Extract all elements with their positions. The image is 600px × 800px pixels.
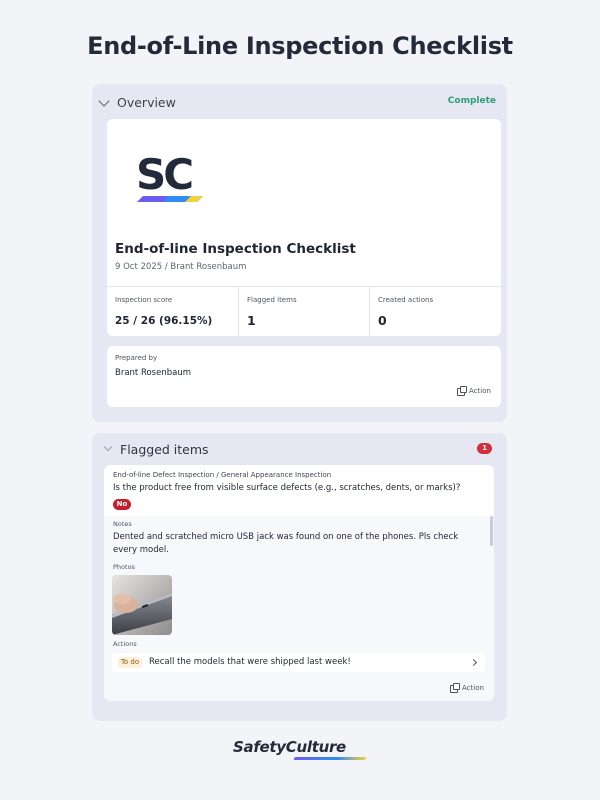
prepared-by-label: Prepared by xyxy=(115,354,158,362)
report-title: End-of-line Inspection Checklist xyxy=(115,241,356,257)
flagged-question-block: End-of-line Defect Inspection / General … xyxy=(104,465,494,516)
page-title: End-of-Line Inspection Checklist xyxy=(87,32,513,60)
chevron-down-icon[interactable] xyxy=(103,442,113,452)
report-date-author: 9 Oct 2025 / Brant Rosenbaum xyxy=(115,262,247,272)
notes-text: Dented and scratched micro USB jack was … xyxy=(113,532,459,555)
stat-flagged-items: Flagged items 1 xyxy=(238,287,369,337)
scrollbar[interactable] xyxy=(490,516,493,546)
chevron-down-icon[interactable] xyxy=(98,95,110,107)
todo-text: Recall the models that were shipped last… xyxy=(149,657,351,667)
answer-badge: No xyxy=(113,499,131,510)
breadcrumb: End-of-line Defect Inspection / General … xyxy=(113,471,332,479)
todo-action-row[interactable]: To do Recall the models that were shippe… xyxy=(112,653,485,672)
report-card: SC End-of-line Inspection Checklist 9 Oc… xyxy=(107,119,501,337)
stats-row: Inspection score 25 / 26 (96.15%) Flagge… xyxy=(107,286,501,337)
stat-label: Created actions xyxy=(378,296,434,304)
flagged-title: Flagged items xyxy=(120,442,209,457)
prepared-by-card: Prepared by Brant Rosenbaum Action xyxy=(107,346,501,407)
overview-section: Overview Complete SC End-of-line Inspect… xyxy=(92,84,507,422)
action-label: Action xyxy=(462,684,484,692)
flagged-count-badge: 1 xyxy=(477,443,492,454)
svg-text:SC: SC xyxy=(136,150,192,199)
stat-value: 0 xyxy=(378,313,387,328)
flagged-header[interactable]: Flagged items 1 xyxy=(92,433,507,469)
action-label: Action xyxy=(469,387,491,395)
question-text: Is the product free from visible surface… xyxy=(113,483,461,493)
overview-title: Overview xyxy=(117,95,176,110)
stat-created-actions: Created actions 0 xyxy=(369,287,501,337)
prepared-by-name: Brant Rosenbaum xyxy=(115,368,191,378)
flagged-item-card: End-of-line Defect Inspection / General … xyxy=(104,465,494,701)
logo-underline xyxy=(293,757,367,760)
stat-value: 25 / 26 (96.15%) xyxy=(115,315,213,327)
chevron-right-icon xyxy=(469,658,478,667)
stat-value: 1 xyxy=(247,313,256,328)
actions-label: Actions xyxy=(113,640,137,648)
copy-action-icon xyxy=(457,385,467,396)
status-complete: Complete xyxy=(447,96,496,106)
stat-label: Inspection score xyxy=(115,296,173,304)
sc-logo: SC xyxy=(136,150,203,202)
stat-inspection-score: Inspection score 25 / 26 (96.15%) xyxy=(107,287,238,337)
photos-label: Photos xyxy=(113,563,135,571)
todo-badge: To do xyxy=(118,657,142,668)
phone-photo[interactable] xyxy=(112,575,172,635)
copy-action-icon xyxy=(450,682,460,693)
stat-label: Flagged items xyxy=(247,296,297,304)
safetyculture-logo: SafetyCulture xyxy=(233,738,346,756)
overview-header[interactable]: Overview Complete xyxy=(92,84,507,120)
notes-label: Notes xyxy=(113,520,132,528)
flagged-details: Notes Dented and scratched micro USB jac… xyxy=(104,516,494,701)
flagged-items-section: Flagged items 1 End-of-line Defect Inspe… xyxy=(92,433,507,721)
